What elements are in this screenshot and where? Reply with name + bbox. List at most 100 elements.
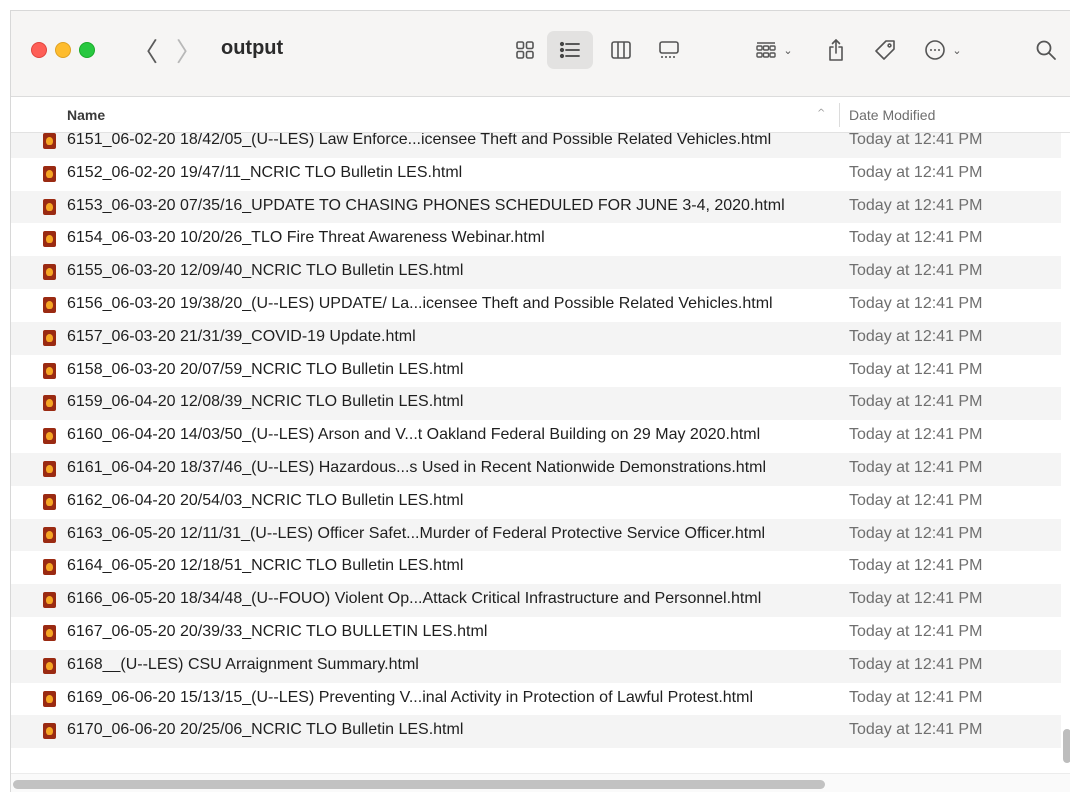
icon-view-button[interactable]	[505, 31, 545, 69]
file-row[interactable]: 6152_06-02-20 19/47/11_NCRIC TLO Bulleti…	[11, 158, 1061, 191]
column-header-date-modified[interactable]: Date Modified	[849, 107, 935, 123]
file-row[interactable]: 6167_06-05-20 20/39/33_NCRIC TLO BULLETI…	[11, 617, 1061, 650]
html-file-icon	[43, 231, 56, 248]
file-name: 6164_06-05-20 12/18/51_NCRIC TLO Bulleti…	[67, 557, 464, 575]
list-view-button[interactable]	[547, 31, 593, 69]
chevron-down-icon: ⌄	[783, 43, 793, 57]
file-date-modified: Today at 12:41 PM	[849, 655, 983, 673]
file-date-modified: Today at 12:41 PM	[849, 491, 983, 509]
more-actions-button[interactable]: ⌄	[915, 31, 971, 69]
search-button[interactable]	[1029, 31, 1063, 69]
file-name: 6158_06-03-20 20/07/59_NCRIC TLO Bulleti…	[67, 360, 464, 378]
close-window-button[interactable]	[31, 42, 47, 58]
file-date-modified: Today at 12:41 PM	[849, 393, 983, 411]
file-name: 6159_06-04-20 12/08/39_NCRIC TLO Bulleti…	[67, 393, 464, 411]
file-date-modified: Today at 12:41 PM	[849, 133, 983, 148]
file-date-modified: Today at 12:41 PM	[849, 721, 983, 739]
file-row[interactable]: 6158_06-03-20 20/07/59_NCRIC TLO Bulleti…	[11, 355, 1061, 388]
gallery-view-button[interactable]	[649, 31, 689, 69]
html-file-icon	[43, 329, 56, 346]
file-name: 6160_06-04-20 14/03/50_(U--LES) Arson an…	[67, 426, 761, 444]
columns-icon	[610, 40, 632, 60]
html-file-icon	[43, 493, 56, 510]
file-rows: 6151_06-02-20 18/42/05_(U--LES) Law Enfo…	[11, 133, 1061, 749]
group-by-icon	[755, 40, 777, 60]
column-view-button[interactable]	[601, 31, 641, 69]
finder-window: 〈 〉 output ⌄ ⌄ Name ^ Date Modified 6151…	[10, 10, 1070, 792]
minimize-window-button[interactable]	[55, 42, 71, 58]
file-row[interactable]: 6153_06-03-20 07/35/16_UPDATE TO CHASING…	[11, 190, 1061, 224]
zoom-window-button[interactable]	[79, 42, 95, 58]
file-date-modified: Today at 12:41 PM	[849, 524, 983, 542]
file-row[interactable]: 6160_06-04-20 14/03/50_(U--LES) Arson an…	[11, 420, 1061, 453]
file-date-modified: Today at 12:41 PM	[849, 360, 983, 378]
column-header-name[interactable]: Name	[67, 107, 105, 123]
file-date-modified: Today at 12:41 PM	[849, 426, 983, 444]
html-file-icon	[43, 198, 56, 215]
file-name: 6153_06-03-20 07/35/16_UPDATE TO CHASING…	[67, 196, 785, 214]
html-file-icon	[43, 723, 56, 740]
html-file-icon	[43, 296, 56, 313]
file-date-modified: Today at 12:41 PM	[849, 196, 983, 214]
file-row[interactable]: 6166_06-05-20 18/34/48_(U--FOUO) Violent…	[11, 584, 1061, 617]
column-header: Name ^ Date Modified	[11, 97, 1070, 133]
file-row[interactable]: 6164_06-05-20 12/18/51_NCRIC TLO Bulleti…	[11, 551, 1061, 584]
file-row[interactable]: 6151_06-02-20 18/42/05_(U--LES) Law Enfo…	[11, 133, 1061, 158]
file-row[interactable]: 6155_06-03-20 12/09/40_NCRIC TLO Bulleti…	[11, 256, 1061, 289]
file-name: 6151_06-02-20 18/42/05_(U--LES) Law Enfo…	[67, 133, 772, 148]
file-name: 6170_06-06-20 20/25/06_NCRIC TLO Bulleti…	[67, 721, 464, 739]
file-name: 6155_06-03-20 12/09/40_NCRIC TLO Bulleti…	[67, 262, 464, 280]
file-name: 6163_06-05-20 12/11/31_(U--LES) Officer …	[67, 524, 766, 542]
file-row[interactable]: 6159_06-04-20 12/08/39_NCRIC TLO Bulleti…	[11, 387, 1061, 421]
html-file-icon	[43, 690, 56, 707]
file-row[interactable]: 6154_06-03-20 10/20/26_TLO Fire Threat A…	[11, 223, 1061, 256]
file-date-modified: Today at 12:41 PM	[849, 458, 983, 476]
forward-chevron-icon[interactable]: 〉	[176, 33, 202, 68]
html-file-icon	[43, 592, 56, 609]
vertical-scrollbar[interactable]	[1063, 729, 1070, 763]
file-name: 6161_06-04-20 18/37/46_(U--LES) Hazardou…	[67, 458, 767, 476]
group-by-button[interactable]: ⌄	[749, 31, 799, 69]
html-file-icon	[43, 264, 56, 281]
window-title: output	[221, 37, 284, 59]
html-file-icon	[43, 559, 56, 576]
column-divider[interactable]	[839, 103, 840, 127]
html-file-icon	[43, 657, 56, 674]
file-row[interactable]: 6170_06-06-20 20/25/06_NCRIC TLO Bulleti…	[11, 715, 1061, 749]
share-button[interactable]	[819, 31, 853, 69]
file-row[interactable]: 6162_06-04-20 20/54/03_NCRIC TLO Bulleti…	[11, 486, 1061, 519]
file-name: 6162_06-04-20 20/54/03_NCRIC TLO Bulleti…	[67, 491, 464, 509]
file-date-modified: Today at 12:41 PM	[849, 590, 983, 608]
html-file-icon	[43, 362, 56, 379]
horizontal-scrollbar[interactable]	[11, 773, 1070, 792]
file-name: 6167_06-05-20 20/39/33_NCRIC TLO BULLETI…	[67, 622, 488, 640]
file-date-modified: Today at 12:41 PM	[849, 557, 983, 575]
chevron-down-icon: ⌄	[952, 43, 962, 57]
file-name: 6166_06-05-20 18/34/48_(U--FOUO) Violent…	[67, 590, 762, 608]
file-name: 6157_06-03-20 21/31/39_COVID-19 Update.h…	[67, 327, 416, 345]
ellipsis-circle-icon	[924, 39, 946, 61]
file-row[interactable]: 6156_06-03-20 19/38/20_(U--LES) UPDATE/ …	[11, 289, 1061, 322]
file-date-modified: Today at 12:41 PM	[849, 262, 983, 280]
file-date-modified: Today at 12:41 PM	[849, 229, 983, 247]
horizontal-scrollbar-thumb[interactable]	[13, 780, 825, 789]
html-file-icon	[43, 624, 56, 641]
tags-button[interactable]	[867, 31, 903, 69]
file-date-modified: Today at 12:41 PM	[849, 163, 983, 181]
file-date-modified: Today at 12:41 PM	[849, 294, 983, 312]
file-name: 6169_06-06-20 15/13/15_(U--LES) Preventi…	[67, 688, 754, 706]
file-list: 6151_06-02-20 18/42/05_(U--LES) Law Enfo…	[11, 133, 1070, 773]
file-row[interactable]: 6161_06-04-20 18/37/46_(U--LES) Hazardou…	[11, 452, 1061, 486]
file-row[interactable]: 6169_06-06-20 15/13/15_(U--LES) Preventi…	[11, 683, 1061, 716]
html-file-icon	[43, 395, 56, 412]
file-date-modified: Today at 12:41 PM	[849, 327, 983, 345]
file-date-modified: Today at 12:41 PM	[849, 688, 983, 706]
file-row[interactable]: 6157_06-03-20 21/31/39_COVID-19 Update.h…	[11, 321, 1061, 355]
gallery-icon	[658, 40, 680, 60]
file-name: 6168__(U--LES) CSU Arraignment Summary.h…	[67, 655, 419, 673]
back-chevron-icon[interactable]: 〈	[132, 33, 158, 68]
file-row[interactable]: 6168__(U--LES) CSU Arraignment Summary.h…	[11, 649, 1061, 683]
sort-ascending-icon: ^	[817, 108, 826, 119]
file-row[interactable]: 6163_06-05-20 12/11/31_(U--LES) Officer …	[11, 518, 1061, 552]
html-file-icon	[43, 428, 56, 445]
